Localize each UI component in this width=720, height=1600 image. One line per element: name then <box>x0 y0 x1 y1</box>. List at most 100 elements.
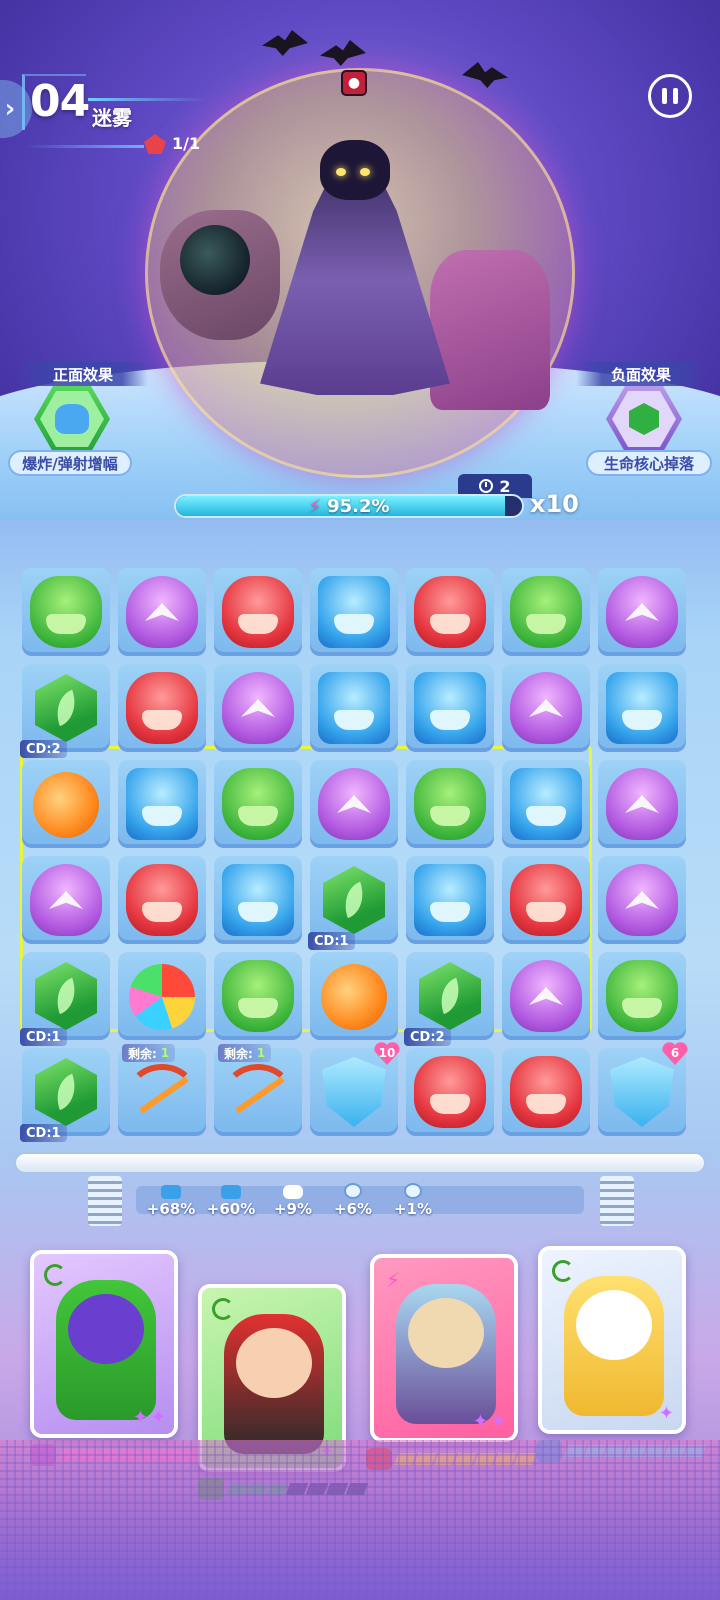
star-icon: ✦ <box>658 1403 674 1424</box>
piece-face <box>526 1094 566 1114</box>
board-tile[interactable] <box>118 664 206 752</box>
purple-helmet-piece-icon <box>606 576 678 648</box>
purple-helmet-piece-icon <box>510 960 582 1032</box>
board-tile[interactable] <box>406 760 494 848</box>
board-tile[interactable] <box>22 568 110 656</box>
board-tile[interactable] <box>598 856 686 944</box>
leaf-icon <box>49 689 83 727</box>
blue-robot-piece-icon <box>318 672 390 744</box>
board-tile[interactable] <box>406 856 494 944</box>
shield-icon <box>404 1183 422 1199</box>
negative-effect-title: 负面效果 <box>576 362 706 386</box>
board-tile[interactable] <box>502 952 590 1040</box>
board-tile[interactable] <box>214 760 302 848</box>
hero-card-astro-bear[interactable]: ✦ <box>538 1246 686 1434</box>
board-tile[interactable] <box>406 664 494 752</box>
boss-energy-percent: 95.2% <box>327 495 390 517</box>
board-tile[interactable] <box>598 952 686 1040</box>
board-tile[interactable] <box>310 664 398 752</box>
board-tile[interactable] <box>502 760 590 848</box>
board-tile[interactable] <box>118 952 206 1040</box>
piece-face <box>238 614 278 634</box>
board-tile[interactable] <box>502 1048 590 1136</box>
cooldown-label: CD:2 <box>20 740 67 758</box>
turn-timer-value: 2 <box>499 476 511 496</box>
blue-robot-piece-icon <box>414 672 486 744</box>
remaining-uses-label: 剩余: 1 <box>218 1044 272 1062</box>
fox-bomb-icon <box>321 964 387 1030</box>
board-tile[interactable] <box>598 760 686 848</box>
board-tile[interactable] <box>598 664 686 752</box>
blue-robot-icon <box>161 1185 181 1199</box>
board-tile[interactable]: CD:1 <box>308 856 398 950</box>
board-tile[interactable]: 剩余: 1 <box>214 1044 302 1136</box>
hero-head <box>68 1294 144 1364</box>
board-tile[interactable]: CD:1 <box>20 1048 110 1142</box>
swirl-icon <box>212 1298 234 1320</box>
shield-icon <box>344 1183 362 1199</box>
board-tile[interactable] <box>118 760 206 848</box>
board-tile[interactable] <box>22 760 110 848</box>
piece-face <box>142 902 182 922</box>
buff-item: +9% <box>262 1182 324 1218</box>
hero-head <box>576 1290 652 1360</box>
buff-value: +68% <box>146 1200 196 1218</box>
board-tile[interactable]: 6 <box>598 1048 686 1136</box>
positive-effect-description: 爆炸/弹射增幅 <box>8 450 132 476</box>
purple-helmet-piece-icon <box>222 672 294 744</box>
board-tile[interactable] <box>502 664 590 752</box>
remaining-uses-count: 1 <box>256 1046 266 1060</box>
board-tile[interactable] <box>406 1048 494 1136</box>
board-tile[interactable]: CD:2 <box>20 664 110 758</box>
shield-icon <box>322 1057 386 1127</box>
piece-face <box>238 998 278 1018</box>
swirl-icon <box>44 1264 66 1286</box>
heart-hp-badge: 10 <box>372 1040 402 1066</box>
board-tile[interactable]: CD:2 <box>404 952 494 1046</box>
piece-face <box>334 614 374 634</box>
leaf-gem-icon <box>419 962 481 1030</box>
hero-card-dino-girl[interactable]: ⚡ ✦ ✦ <box>370 1254 518 1442</box>
green-hero-piece-icon <box>222 960 294 1032</box>
purple-helmet-piece-icon <box>30 864 102 936</box>
wave-progress-line <box>24 145 144 148</box>
board-tile[interactable] <box>310 952 398 1040</box>
board-tile[interactable] <box>310 568 398 656</box>
blue-robot-icon <box>221 1185 241 1199</box>
board-tile[interactable] <box>118 856 206 944</box>
board-tile[interactable] <box>598 568 686 656</box>
board-tile[interactable] <box>118 568 206 656</box>
board-tile[interactable] <box>214 568 302 656</box>
piece-face <box>142 806 182 826</box>
board-tile[interactable]: 剩余: 1 <box>118 1044 206 1136</box>
board-tile[interactable] <box>22 856 110 944</box>
leaf-gem-icon <box>35 1058 97 1126</box>
board-tile[interactable]: CD:1 <box>20 952 110 1046</box>
board-tile[interactable] <box>502 856 590 944</box>
board-tile[interactable]: 10 <box>310 1048 398 1136</box>
green-hero-piece-icon <box>606 960 678 1032</box>
board-tile[interactable] <box>214 856 302 944</box>
leaf-gem-icon <box>323 866 385 934</box>
board-tile[interactable] <box>310 760 398 848</box>
blue-robot-piece-icon <box>222 864 294 936</box>
remaining-uses-text: 剩余: <box>224 1046 253 1061</box>
board-tile[interactable] <box>214 664 302 752</box>
spring-left <box>88 1176 122 1226</box>
board-tile[interactable] <box>214 952 302 1040</box>
buff-item: +68% <box>140 1182 202 1218</box>
lightning-icon: ⚡ <box>386 1268 401 1292</box>
swirl-icon <box>552 1260 574 1282</box>
pause-button[interactable] <box>648 74 692 118</box>
piece-face <box>46 614 86 634</box>
board-tile[interactable] <box>502 568 590 656</box>
damage-multiplier: x10 <box>530 490 579 518</box>
blue-robot-piece-icon <box>606 672 678 744</box>
leaf-icon <box>49 977 83 1015</box>
board-tile[interactable] <box>406 568 494 656</box>
positive-effect-title: 正面效果 <box>18 362 148 386</box>
green-hero-piece-icon <box>510 576 582 648</box>
hero-card-green-knight[interactable]: ✦ ✦ <box>30 1250 178 1438</box>
piece-face <box>526 902 566 922</box>
red-pig-piece-icon <box>510 864 582 936</box>
